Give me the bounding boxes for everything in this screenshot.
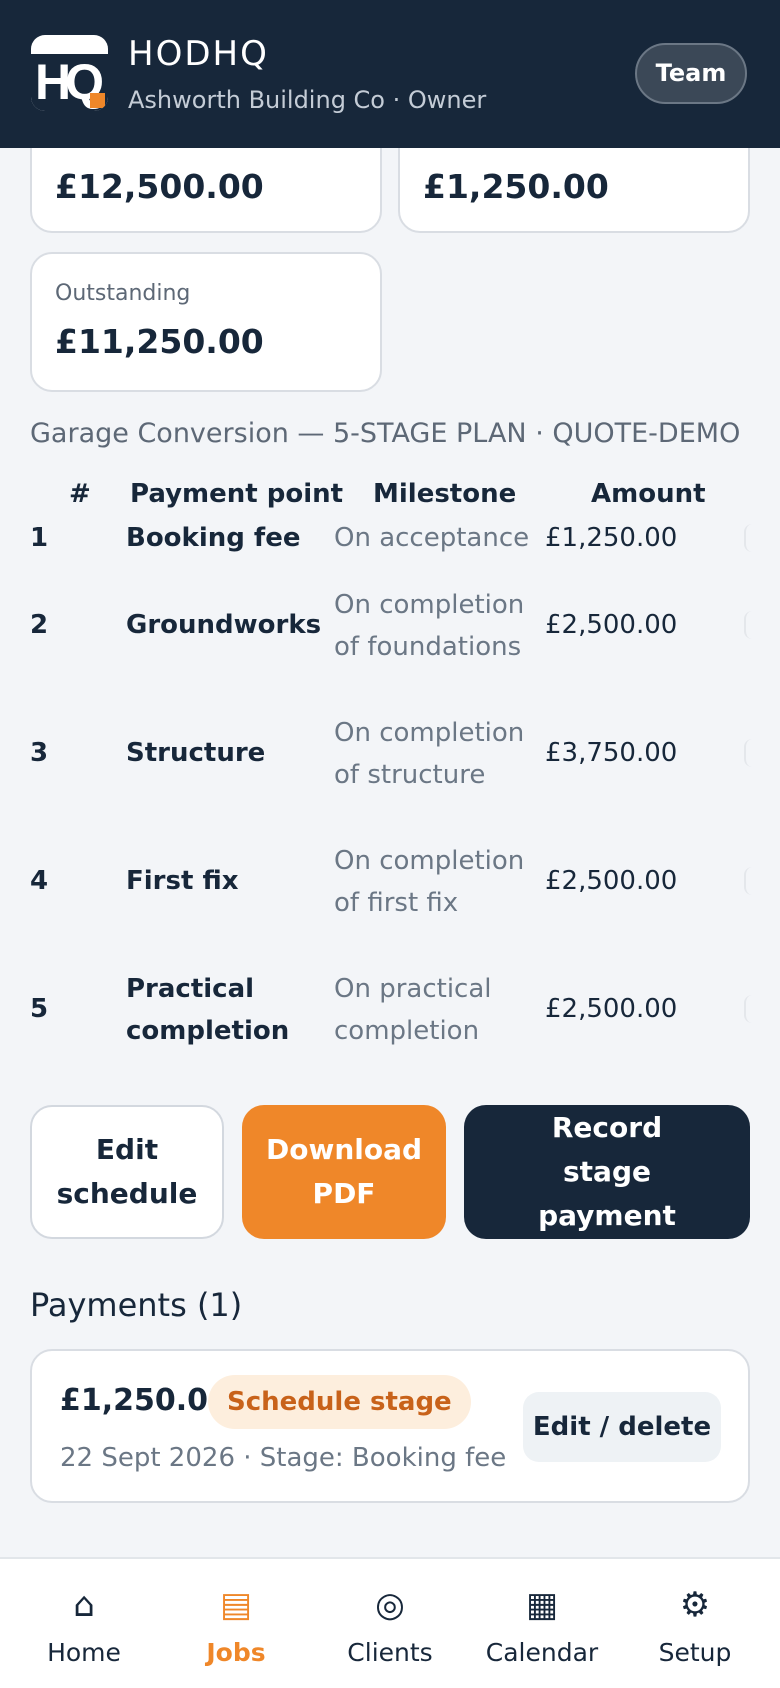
payment-amount: £1,250.00 — [60, 1383, 229, 1418]
row-number: 2 — [30, 610, 49, 640]
outstanding-card: Outstanding £11,250.00 — [30, 252, 382, 392]
total-value: £12,500.00 — [55, 167, 264, 206]
payment-type-badge: Schedule stage — [208, 1375, 471, 1429]
outstanding-label: Outstanding — [55, 281, 191, 306]
payment-detail: 22 Sept 2026 · Stage: Booking fee — [60, 1443, 507, 1473]
team-button[interactable]: Team — [635, 43, 747, 104]
logo-text: HQ — [35, 54, 104, 110]
col-header-number: # — [69, 479, 91, 509]
clients-icon: ◎ — [375, 1585, 405, 1625]
row-payment-point: Practical completion — [126, 974, 290, 1046]
row-number: 5 — [30, 994, 49, 1024]
row-action-edge[interactable] — [744, 611, 752, 639]
nav-clients-label: Clients — [347, 1638, 433, 1667]
download-pdf-button[interactable]: Download PDF — [242, 1105, 446, 1239]
row-milestone: On completion of first fix — [334, 846, 525, 918]
outstanding-value: £11,250.00 — [55, 322, 264, 361]
setup-icon: ⚙ — [679, 1585, 711, 1625]
col-header-milestone: Milestone — [373, 479, 517, 509]
row-number: 4 — [30, 866, 49, 896]
paid-value: £1,250.00 — [423, 167, 609, 206]
bottom-nav: ⌂ Home ▤ Jobs ◎ Clients ▦ Calendar ⚙ Set… — [0, 1557, 780, 1688]
row-milestone: On acceptance — [334, 523, 530, 553]
payments-heading: Payments (1) — [30, 1286, 243, 1324]
row-number: 1 — [30, 523, 49, 553]
row-milestone: On completion of structure — [334, 718, 525, 790]
nav-jobs-label: Jobs — [206, 1638, 266, 1667]
row-amount: £2,500.00 — [545, 866, 678, 896]
nav-setup-label: Setup — [658, 1638, 732, 1667]
row-action-edge[interactable] — [744, 739, 752, 767]
app-header: HQ HODHQ Ashworth Building Co · Owner Te… — [0, 0, 780, 148]
calendar-icon: ▦ — [525, 1585, 559, 1625]
nav-home[interactable]: ⌂ Home — [14, 1559, 154, 1688]
app-logo: HQ — [31, 35, 108, 111]
plan-title: Garage Conversion — 5-STAGE PLAN · QUOTE… — [30, 418, 741, 449]
row-number: 3 — [30, 738, 49, 768]
nav-calendar[interactable]: ▦ Calendar — [472, 1559, 612, 1688]
home-icon: ⌂ — [73, 1585, 95, 1625]
edit-schedule-button[interactable]: Edit schedule — [30, 1105, 224, 1239]
row-amount: £1,250.00 — [545, 523, 678, 553]
row-payment-point: First fix — [126, 866, 239, 896]
nav-jobs[interactable]: ▤ Jobs — [166, 1559, 306, 1688]
edit-schedule-label: Edit schedule — [56, 1133, 198, 1210]
record-stage-payment-button[interactable]: Record stage payment — [464, 1105, 750, 1239]
col-header-amount: Amount — [591, 479, 706, 509]
row-amount: £2,500.00 — [545, 610, 678, 640]
row-milestone: On practical completion — [334, 974, 492, 1046]
row-action-edge[interactable] — [744, 995, 752, 1023]
col-header-payment-point: Payment point — [130, 479, 344, 509]
edit-delete-button[interactable]: Edit / delete — [523, 1392, 721, 1462]
jobs-icon: ▤ — [219, 1585, 253, 1625]
nav-clients[interactable]: ◎ Clients — [320, 1559, 460, 1688]
row-action-edge[interactable] — [744, 524, 752, 552]
row-payment-point: Booking fee — [126, 523, 301, 553]
row-action-edge[interactable] — [744, 867, 752, 895]
record-stage-payment-label: Record stage payment — [538, 1111, 676, 1232]
nav-home-label: Home — [47, 1638, 121, 1667]
row-amount: £3,750.00 — [545, 738, 678, 768]
row-milestone: On completion of foundations — [334, 590, 525, 662]
nav-setup[interactable]: ⚙ Setup — [625, 1559, 765, 1688]
row-payment-point: Structure — [126, 738, 266, 768]
payment-item: £1,250.00 Schedule stage 22 Sept 2026 · … — [30, 1349, 750, 1503]
nav-calendar-label: Calendar — [485, 1638, 599, 1667]
row-payment-point: Groundworks — [126, 610, 322, 640]
brand-name: HODHQ — [128, 34, 269, 74]
row-amount: £2,500.00 — [545, 994, 678, 1024]
download-pdf-label: Download PDF — [265, 1133, 423, 1210]
company-role: Ashworth Building Co · Owner — [128, 86, 487, 114]
